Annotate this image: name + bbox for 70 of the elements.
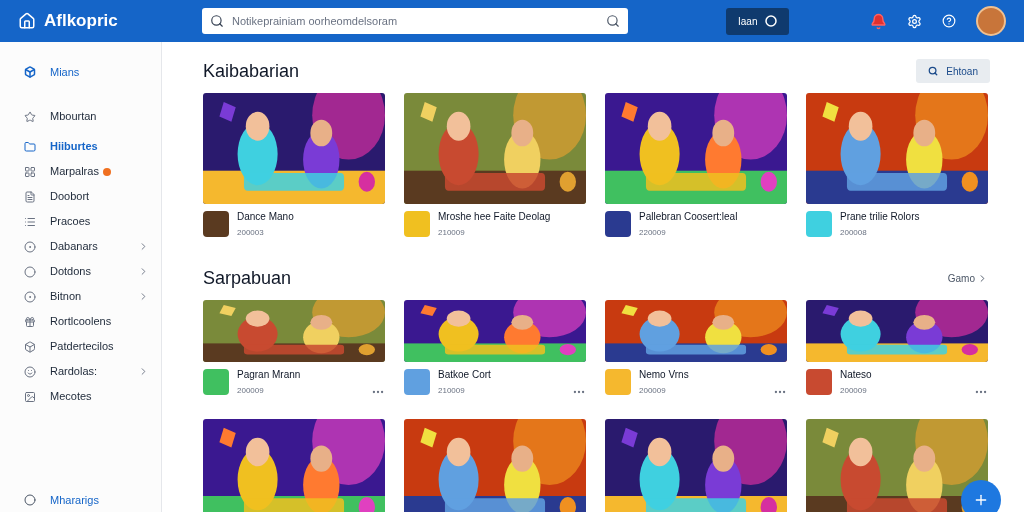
logo-text: Aflkopric — [44, 10, 118, 33]
game-count: 210009 — [438, 227, 466, 239]
grid-icon — [24, 165, 36, 178]
game-icon — [404, 211, 430, 237]
game-title[interactable]: Batkoe Cort — [438, 367, 564, 382]
game-title[interactable]: Nateso — [840, 367, 966, 382]
sidebar-item[interactable]: Rortlcoolens — [24, 309, 149, 334]
game-count: 200003 — [237, 227, 265, 239]
dot-circle-icon — [24, 240, 36, 253]
search-icon — [928, 66, 939, 76]
game-icon — [203, 369, 229, 395]
star-icon — [24, 110, 36, 123]
document-icon — [24, 190, 36, 203]
game-icon — [806, 369, 832, 395]
section-button[interactable]: Ehtoan — [916, 59, 990, 83]
game-icon — [605, 369, 631, 395]
game-count: 220009 — [639, 227, 667, 239]
see-more-link[interactable]: Gamo — [947, 270, 988, 286]
game-title[interactable]: Pagran Mrann — [237, 367, 363, 382]
help-icon[interactable] — [942, 14, 956, 28]
section-title: Kaibabarian — [203, 59, 300, 83]
sidebar-item[interactable]: Dotdons — [24, 259, 149, 284]
plus-icon — [973, 492, 989, 508]
sidebar-item[interactable]: Hiiburtes — [24, 134, 149, 159]
sidebar-item[interactable]: Mhararigs — [24, 490, 149, 510]
sidebar-item[interactable]: Doobort — [24, 184, 149, 209]
search-icon — [210, 14, 224, 28]
settings-icon[interactable] — [907, 13, 922, 29]
sidebar-item[interactable]: Bitnon — [24, 284, 149, 309]
search-field[interactable]: Notikeprainiam oorheomdelsoram — [202, 8, 628, 34]
game-count: 200009 — [237, 385, 265, 397]
dot-circle-icon — [24, 290, 36, 303]
avatar[interactable] — [976, 6, 1006, 36]
section-title: Sarpabuan — [203, 266, 292, 290]
sidebar-item[interactable]: Marpalras — [24, 159, 149, 184]
game-title[interactable]: Nemo Vrns — [639, 367, 765, 382]
gift-icon — [24, 315, 36, 328]
sidebar-item[interactable]: Mecotes — [24, 384, 149, 409]
cube-icon — [24, 340, 36, 353]
sidebar-item[interactable]: Pracoes — [24, 209, 149, 234]
circle-icon — [765, 15, 778, 27]
game-title[interactable]: Mroshe hee Faite Deolag — [438, 209, 586, 224]
game-count: 200008 — [840, 227, 868, 239]
game-count: 200009 — [840, 385, 868, 397]
sidebar-item[interactable]: Mians — [24, 62, 149, 82]
game-icon — [605, 211, 631, 237]
game-title[interactable]: Dance Mano — [237, 209, 385, 224]
search-icon[interactable] — [606, 14, 620, 28]
cube-icon — [24, 66, 36, 78]
game-icon — [806, 211, 832, 237]
logo-icon — [18, 12, 36, 30]
game-count: 210009 — [438, 385, 466, 397]
sidebar-item[interactable]: Rardolas: — [24, 359, 149, 384]
smiley-icon — [24, 365, 36, 378]
game-title[interactable]: Prane trilie Rolors — [840, 209, 988, 224]
circle-icon — [24, 494, 36, 506]
header-button[interactable]: Iaan — [726, 7, 790, 35]
search-input[interactable]: Notikeprainiam oorheomdelsoram — [232, 12, 598, 30]
game-title[interactable]: Pallebran Coosert:leal — [639, 209, 787, 224]
add-button[interactable] — [961, 480, 1001, 512]
game-count: 200009 — [639, 385, 667, 397]
sidebar-item[interactable]: Patdertecilos — [24, 334, 149, 359]
image-icon — [24, 390, 36, 403]
sidebar-item[interactable]: Mbourtan — [24, 104, 149, 129]
sidebar-item[interactable]: Dabanars — [24, 234, 149, 259]
list-icon — [24, 215, 36, 228]
game-icon — [203, 211, 229, 237]
game-icon — [404, 369, 430, 395]
circle-icon — [24, 265, 36, 278]
folder-icon — [24, 140, 36, 153]
